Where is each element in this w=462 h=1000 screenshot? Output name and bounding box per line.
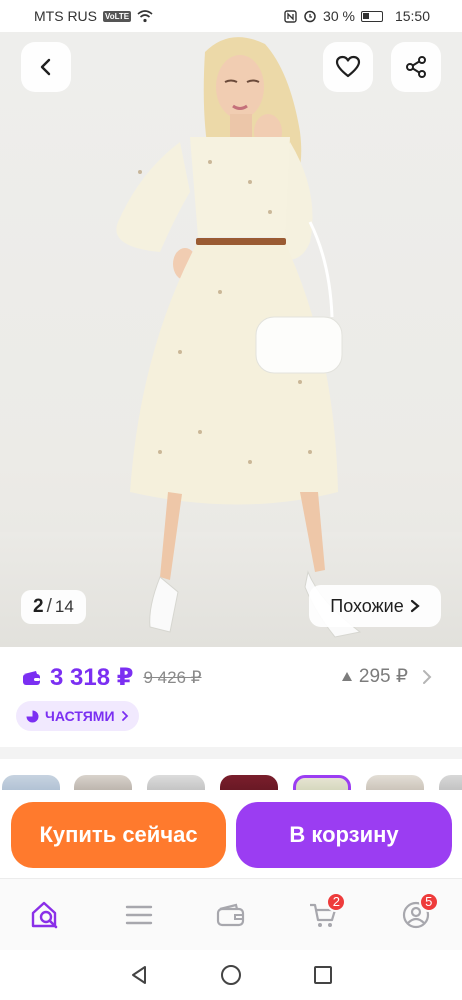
alarm-icon — [304, 10, 316, 23]
wifi-icon — [137, 9, 153, 22]
wallet-price-icon — [23, 670, 40, 685]
old-price: 9 426 ₽ — [143, 667, 202, 687]
volte-badge: VoLTE — [103, 10, 132, 22]
purchase-actions: Купить сейчас В корзину — [0, 790, 462, 878]
installment-button[interactable]: ЧАСТЯМИ — [16, 701, 139, 731]
clock: 15:50 — [394, 8, 430, 24]
tab-catalog[interactable] — [109, 890, 169, 940]
current-price: 3 318 ₽ — [50, 664, 134, 691]
chevron-right-icon — [121, 711, 128, 721]
nav-recents-icon[interactable] — [312, 964, 334, 986]
profile-badge: 5 — [418, 891, 439, 912]
gallery-current-index: 2 — [33, 596, 44, 617]
chevron-right-icon — [423, 669, 432, 684]
carrier-name: MTS RUS — [34, 8, 97, 24]
chevron-right-icon — [410, 599, 420, 613]
tab-profile[interactable]: 5 — [386, 890, 446, 940]
bonus-points-value: 295 ₽ — [358, 666, 408, 687]
catalog-menu-icon — [125, 905, 152, 924]
add-to-cart-button[interactable]: В корзину — [236, 802, 452, 868]
buy-now-button[interactable]: Купить сейчас — [11, 802, 226, 868]
heart-icon — [335, 55, 361, 78]
price-row: 3 318 ₽ 9 426 ₽ — [22, 663, 202, 692]
similar-button[interactable]: Похожие — [309, 585, 441, 627]
wallet-icon — [216, 903, 245, 926]
status-bar: MTS RUS VoLTE 30 % 15:50 — [0, 0, 462, 32]
tab-home[interactable] — [16, 890, 76, 940]
share-icon — [406, 56, 426, 78]
favorite-button[interactable] — [323, 42, 373, 92]
price-panel: 3 318 ₽ 9 426 ₽ 295 ₽ ЧАСТЯМИ — [0, 647, 462, 747]
gallery-counter: 2 / 14 — [21, 590, 86, 624]
share-button[interactable] — [391, 42, 441, 92]
bonus-points[interactable]: 295 ₽ — [341, 665, 432, 688]
product-photo — [116, 37, 362, 638]
back-button[interactable] — [21, 42, 71, 92]
triangle-up-icon — [341, 672, 352, 681]
battery-percent: 30 % — [323, 8, 355, 24]
installment-label: ЧАСТЯМИ — [45, 708, 115, 724]
nav-home-icon[interactable] — [220, 964, 242, 986]
bottom-tab-bar: 2 5 — [0, 878, 462, 950]
home-search-icon — [31, 901, 58, 928]
tab-wallet[interactable] — [201, 890, 261, 940]
nfc-icon — [284, 9, 297, 23]
status-left: MTS RUS VoLTE — [34, 8, 153, 24]
similar-label: Похожие — [330, 595, 404, 616]
chevron-left-icon — [40, 58, 51, 76]
gallery-separator: / — [46, 596, 52, 617]
section-divider — [0, 747, 462, 759]
product-gallery[interactable]: 2 / 14 Похожие — [0, 32, 462, 647]
pie-icon — [26, 710, 39, 722]
cart-badge: 2 — [326, 891, 347, 912]
system-navigation — [0, 950, 462, 1000]
status-right: 30 % 15:50 — [284, 8, 430, 24]
battery-icon — [360, 10, 383, 22]
nav-back-icon[interactable] — [128, 964, 150, 986]
gallery-total: 14 — [54, 597, 74, 616]
tab-cart[interactable]: 2 — [293, 890, 353, 940]
